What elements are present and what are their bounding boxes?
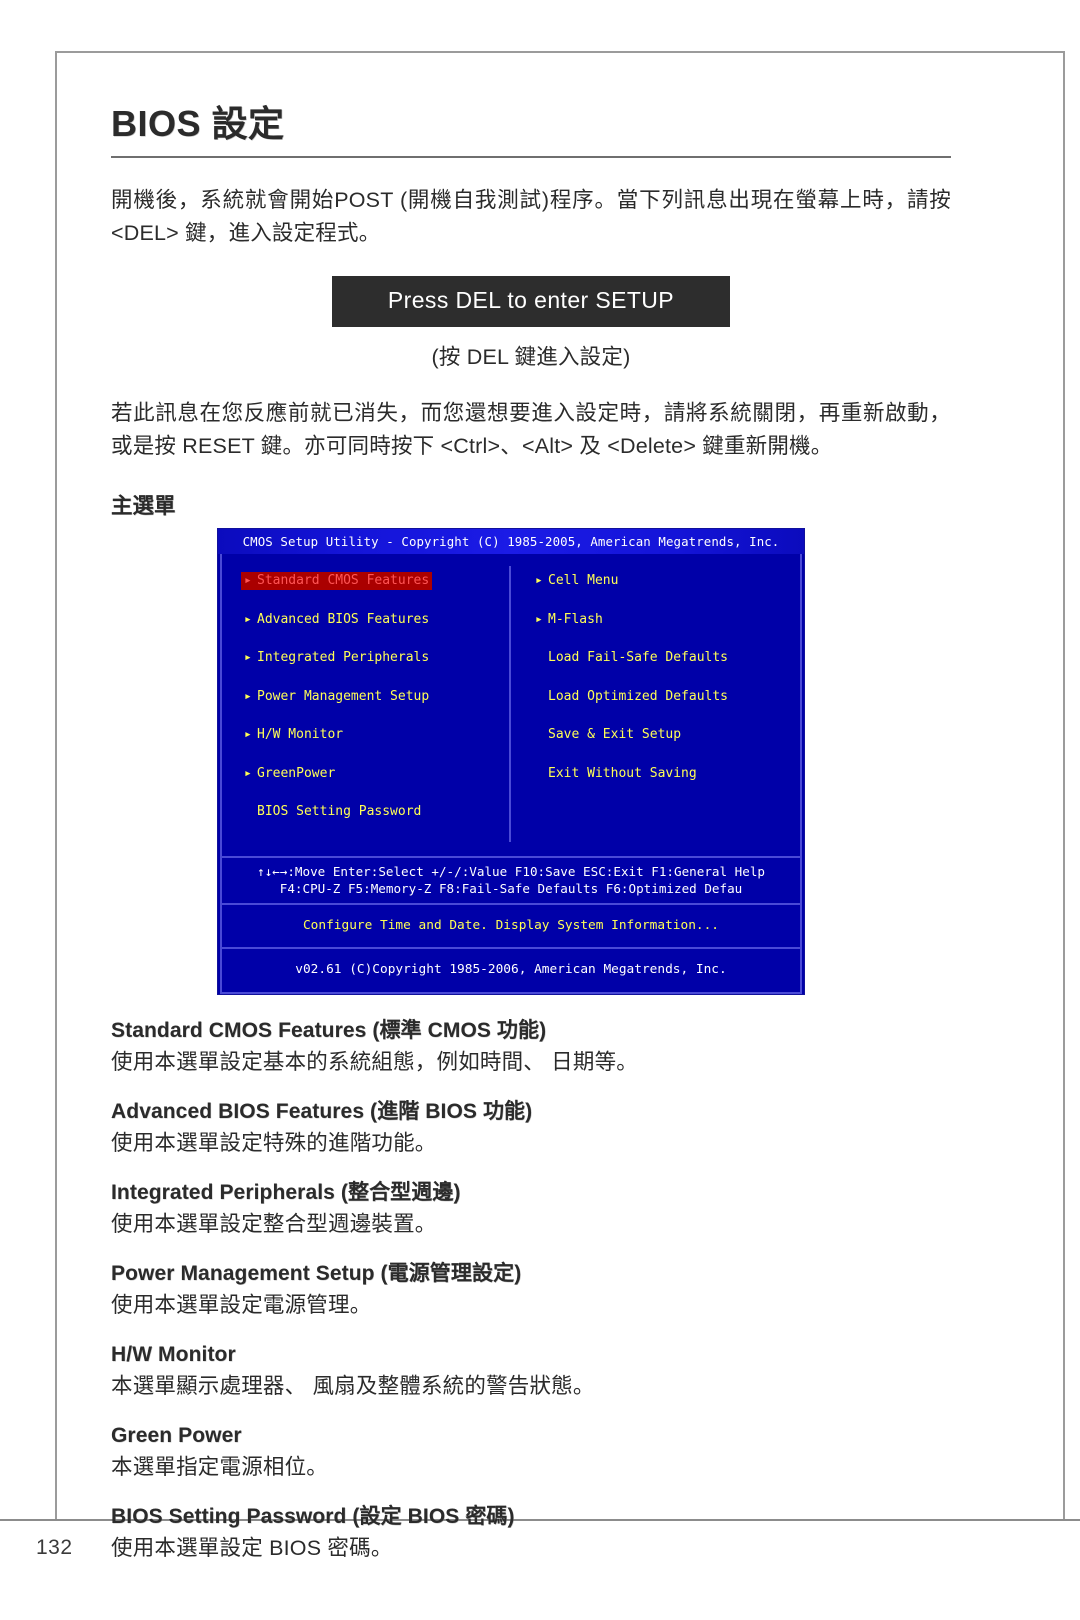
page-content: BIOS 設定 開機後，系統就會開始POST (開機自我測試)程序。當下列訊息出… [111, 95, 951, 1583]
bios-menu-item-m-flash[interactable]: ▸ M-Flash [535, 611, 606, 629]
bios-menu-item-integrated-peripherals[interactable]: ▸ Integrated Peripherals [244, 649, 432, 667]
bios-menu-item-label: Load Optimized Defaults [548, 688, 729, 704]
bios-window-bottom-edge [220, 991, 802, 994]
main-menu-heading: 主選單 [111, 494, 176, 518]
bios-menu-item-label: Power Management Setup [257, 688, 430, 704]
page-title: BIOS 設定 [111, 103, 285, 144]
description-definition: 使用本選單設定特殊的進階功能。 [111, 1130, 437, 1155]
menu-descriptions-list: Standard CMOS Features (標準 CMOS 功能) 使用本選單… [111, 1016, 951, 1564]
triangle-right-icon: ▸ [244, 650, 252, 665]
bios-menu-item-label: Advanced BIOS Features [257, 611, 430, 627]
description-term: Green Power [111, 1423, 242, 1447]
intro-paragraph-1: 開機後，系統就會開始POST (開機自我測試)程序。當下列訊息出現在螢幕上時，請… [111, 188, 951, 245]
description-block: Power Management Setup (電源管理設定) 使用本選單設定電源… [111, 1259, 951, 1321]
bios-menu-item-label: H/W Monitor [257, 727, 344, 742]
bios-menu-item-label: Save & Exit Setup [548, 727, 682, 742]
triangle-right-icon: ▸ [244, 688, 252, 704]
bios-menu-item-label: GreenPower [257, 765, 336, 781]
bios-titlebar: CMOS Setup Utility - Copyright (C) 1985-… [218, 529, 804, 554]
description-definition: 使用本選單設定電源管理。 [111, 1292, 372, 1317]
post-banner-wrapper: Press DEL to enter SETUP [111, 276, 951, 327]
bios-menu-item-label: Standard CMOS Features [257, 573, 430, 588]
page-border-right [1063, 51, 1065, 1519]
description-term: Standard CMOS Features (標準 CMOS 功能) [111, 1018, 547, 1042]
triangle-right-icon: ▸ [244, 573, 252, 588]
description-block: H/W Monitor 本選單顯示處理器、 風扇及整體系統的警告狀態。 [111, 1340, 951, 1402]
description-block: Standard CMOS Features (標準 CMOS 功能) 使用本選單… [111, 1016, 951, 1078]
description-term: Power Management Setup (電源管理設定) [111, 1261, 522, 1285]
bios-menu-item-label: BIOS Setting Password [257, 804, 422, 819]
bios-menu-item-cell-menu[interactable]: ▸ Cell Menu [535, 572, 621, 590]
bios-menu-area: ▸ Standard CMOS Features ▸ Advanced BIOS Fe… [222, 554, 800, 858]
bios-help-line-1: ↑↓←→:Move Enter:Select +/-/:Value F10:Sa… [257, 863, 765, 879]
description-block: Advanced BIOS Features (進階 BIOS 功能) 使用本選單… [111, 1097, 951, 1159]
bios-window-body: ▸ Standard CMOS Features ▸ Advanced BIOS Fe… [220, 554, 802, 992]
bios-menu-item-label: Integrated Peripherals [257, 650, 430, 665]
bios-hint-text: Configure Time and Date. Display System … [222, 905, 800, 949]
title-divider [111, 156, 951, 158]
bios-menu-item-label: M-Flash [548, 611, 603, 627]
bios-menu-item-standard-cmos-features[interactable]: ▸ Standard CMOS Features [241, 572, 433, 590]
intro-paragraph-2: 若此訊息在您反應前就已消失，而您還想要進入設定時，請將系統關閉，再重新啟動，或是… [111, 401, 951, 458]
bios-menu-column-left: ▸ Standard CMOS Features ▸ Advanced BIOS Fe… [222, 566, 511, 842]
triangle-right-icon: ▸ [535, 573, 543, 588]
bios-help-bar: ↑↓←→:Move Enter:Select +/-/:Value F10:Sa… [222, 858, 800, 905]
bios-menu-item-exit-without-saving[interactable]: ▸Exit Without Saving [535, 765, 700, 783]
triangle-right-icon: ▸ [244, 611, 252, 627]
bios-screenshot-figure: CMOS Setup Utility - Copyright (C) 1985-… [218, 529, 804, 994]
description-block: Green Power 本選單指定電源相位。 [111, 1421, 951, 1483]
description-definition: 使用本選單設定 BIOS 密碼。 [111, 1535, 393, 1560]
description-block: Integrated Peripherals (整合型週邊) 使用本選單設定整合型… [111, 1178, 951, 1240]
triangle-right-icon: ▸ [244, 765, 252, 781]
bios-menu-item-load-optimized-defaults[interactable]: ▸Load Optimized Defaults [535, 688, 731, 706]
description-definition: 使用本選單設定基本的系統組態，例如時間、 日期等。 [111, 1049, 638, 1074]
page-number: 132 [36, 1536, 73, 1559]
bios-menu-item-greenpower[interactable]: ▸ GreenPower [244, 765, 338, 783]
post-message-banner: Press DEL to enter SETUP [331, 276, 731, 327]
description-definition: 本選單顯示處理器、 風扇及整體系統的警告狀態。 [111, 1373, 595, 1398]
description-term: BIOS Setting Password (設定 BIOS 密碼) [111, 1504, 515, 1528]
bios-menu-item-label: Load Fail-Safe Defaults [548, 650, 729, 665]
bios-menu-item-advanced-bios-features[interactable]: ▸ Advanced BIOS Features [244, 611, 432, 629]
bios-version-text: v02.61 (C)Copyright 1985-2006, American … [295, 961, 727, 977]
bios-menu-item-label: Cell Menu [548, 573, 619, 588]
bios-menu-item-save-exit-setup[interactable]: ▸Save & Exit Setup [535, 726, 684, 744]
description-term: Integrated Peripherals (整合型週邊) [111, 1180, 461, 1204]
description-term: H/W Monitor [111, 1342, 236, 1366]
bios-menu-item-label: Exit Without Saving [548, 765, 697, 781]
description-definition: 使用本選單設定整合型週邊裝置。 [111, 1211, 437, 1236]
bios-menu-item-load-fail-safe-defaults[interactable]: ▸Load Fail-Safe Defaults [535, 649, 731, 667]
bios-menu-item-bios-setting-password[interactable]: ▸BIOS Setting Password [244, 803, 424, 821]
description-block: BIOS Setting Password (設定 BIOS 密碼) 使用本選單設… [111, 1502, 951, 1564]
description-definition: 本選單指定電源相位。 [111, 1454, 329, 1479]
description-term: Advanced BIOS Features (進階 BIOS 功能) [111, 1099, 533, 1123]
post-message-caption: (按 DEL 鍵進入設定) [431, 345, 631, 369]
bios-help-line-2: F4:CPU-Z F5:Memory-Z F8:Fail-Safe Defaul… [279, 880, 743, 896]
bios-menu-column-right: ▸ Cell Menu ▸ M-Flash ▸Load Fail-Safe Defaul… [511, 566, 800, 842]
bios-menu-item-power-management-setup[interactable]: ▸ Power Management Setup [244, 688, 432, 706]
triangle-right-icon: ▸ [535, 611, 543, 627]
triangle-right-icon: ▸ [244, 727, 252, 742]
bios-menu-item-h-w-monitor[interactable]: ▸ H/W Monitor [244, 726, 346, 744]
